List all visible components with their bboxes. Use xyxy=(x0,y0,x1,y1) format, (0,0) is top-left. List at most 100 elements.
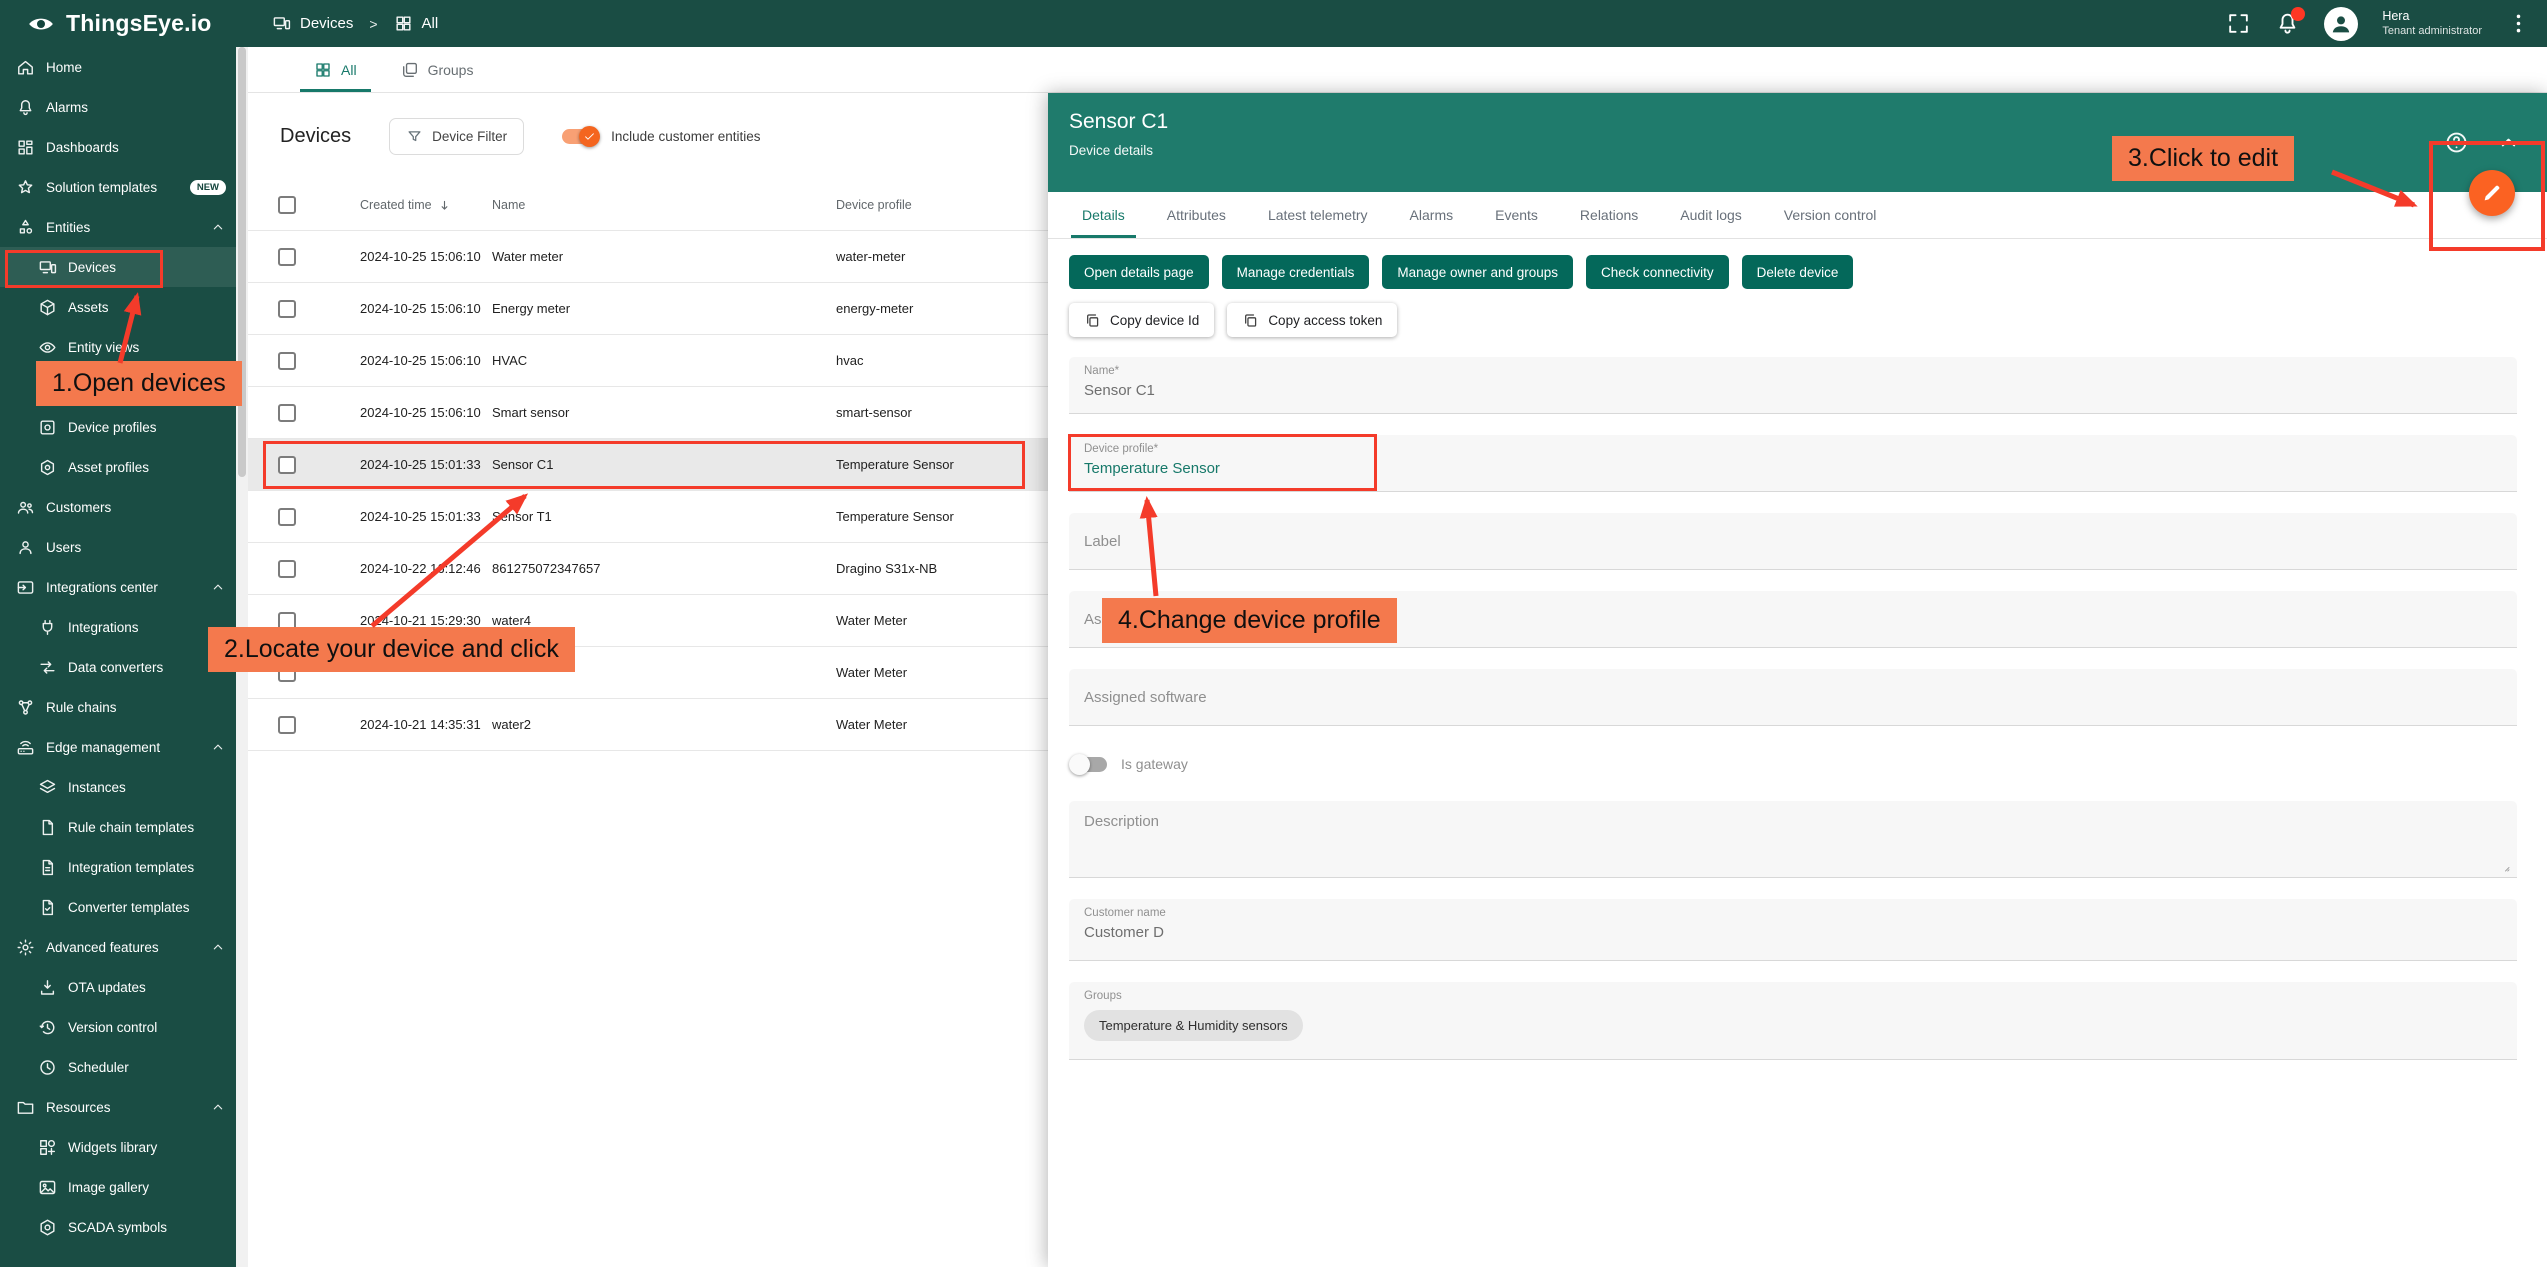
device-filter-button[interactable]: Device Filter xyxy=(389,118,524,155)
column-name[interactable]: Name xyxy=(492,198,836,212)
cell-created-time: 2024-10-25 15:01:33 xyxy=(360,457,492,472)
sidebar-item-data-converters[interactable]: Data converters xyxy=(0,647,236,687)
row-checkbox[interactable] xyxy=(278,716,296,734)
sidebar-item-alarms[interactable]: Alarms xyxy=(0,87,236,127)
tab-version-control[interactable]: Version control xyxy=(1763,192,1898,238)
notifications-icon[interactable] xyxy=(2275,11,2300,36)
copy-access-token-button[interactable]: Copy access token xyxy=(1227,303,1397,337)
tab-relations[interactable]: Relations xyxy=(1559,192,1659,238)
row-checkbox[interactable] xyxy=(278,300,296,318)
device-details-form: Name* Sensor C1 Device profile* Temperat… xyxy=(1048,337,2547,1060)
fullscreen-icon[interactable] xyxy=(2226,11,2251,36)
row-checkbox[interactable] xyxy=(278,560,296,578)
help-icon[interactable] xyxy=(2444,130,2469,155)
label-field[interactable]: Label xyxy=(1069,513,2517,570)
breadcrumb-all[interactable]: All xyxy=(394,14,439,33)
scrollbar-thumb[interactable] xyxy=(238,47,246,477)
sidebar-item-label: Image gallery xyxy=(68,1180,149,1195)
menu-dots-icon[interactable] xyxy=(2506,11,2531,36)
include-customer-entities-toggle[interactable] xyxy=(562,129,598,144)
tab-events[interactable]: Events xyxy=(1474,192,1559,238)
tab-latest-telemetry[interactable]: Latest telemetry xyxy=(1247,192,1389,238)
sidebar-item-label: Integrations center xyxy=(46,580,158,595)
device-profiles-icon xyxy=(38,418,57,437)
is-gateway-row: Is gateway xyxy=(1071,751,2517,777)
user-name: Hera xyxy=(2382,8,2482,24)
sidebar-item-label: Solution templates xyxy=(46,180,157,195)
select-all-checkbox[interactable] xyxy=(278,196,296,214)
cell-created-time: 2024-10-21 14:35:31 xyxy=(360,717,492,732)
collapse-icon[interactable] xyxy=(2496,130,2521,155)
sort-desc-icon[interactable] xyxy=(437,198,452,213)
row-checkbox[interactable] xyxy=(278,352,296,370)
sidebar-item-converter-templates[interactable]: Converter templates xyxy=(0,887,236,927)
sidebar-item-asset-profiles[interactable]: Asset profiles xyxy=(0,447,236,487)
sidebar-item-scada-symbols[interactable]: SCADA symbols xyxy=(0,1207,236,1247)
sidebar-item-rule-chains[interactable]: Rule chains xyxy=(0,687,236,727)
sidebar-item-assets[interactable]: Assets xyxy=(0,287,236,327)
sidebar-item-instances[interactable]: Instances xyxy=(0,767,236,807)
tab-all[interactable]: All xyxy=(292,47,379,92)
copy-device-id-button[interactable]: Copy device Id xyxy=(1069,303,1214,337)
person-icon xyxy=(2329,12,2353,36)
sidebar-item-integrations[interactable]: Integrations xyxy=(0,607,236,647)
sidebar-item-solution-templates[interactable]: Solution templates NEW xyxy=(0,167,236,207)
sidebar-item-integration-templates[interactable]: Integration templates xyxy=(0,847,236,887)
tab-groups[interactable]: Groups xyxy=(379,47,496,92)
converter-templates-icon xyxy=(38,898,57,917)
sidebar-item-scheduler[interactable]: Scheduler xyxy=(0,1047,236,1087)
sidebar-item-customers[interactable]: Customers xyxy=(0,487,236,527)
group-chip[interactable]: Temperature & Humidity sensors xyxy=(1084,1010,1303,1041)
sidebar-item-advanced-features[interactable]: Advanced features xyxy=(0,927,236,967)
sidebar-item-version-control[interactable]: Version control xyxy=(0,1007,236,1047)
sidebar-item-edge-management[interactable]: Edge management xyxy=(0,727,236,767)
sidebar-item-entities[interactable]: Entities xyxy=(0,207,236,247)
sidebar-item-ota-updates[interactable]: OTA updates xyxy=(0,967,236,1007)
description-field[interactable]: Description xyxy=(1069,801,2517,878)
sidebar-item-image-gallery[interactable]: Image gallery xyxy=(0,1167,236,1207)
check-connectivity-button[interactable]: Check connectivity xyxy=(1586,255,1729,289)
description-placeholder: Description xyxy=(1084,813,1159,830)
sidebar-item-rule-chain-templates[interactable]: Rule chain templates xyxy=(0,807,236,847)
sidebar-item-label: Integration templates xyxy=(68,860,194,875)
avatar[interactable] xyxy=(2324,7,2358,41)
groups-field: Groups Temperature & Humidity sensors xyxy=(1069,982,2517,1060)
tab-attributes[interactable]: Attributes xyxy=(1146,192,1247,238)
chevron-up-icon xyxy=(210,219,226,235)
tab-details[interactable]: Details xyxy=(1061,192,1146,238)
grid-icon xyxy=(314,61,332,79)
sidebar-item-label: Resources xyxy=(46,1100,111,1115)
column-created-time[interactable]: Created time xyxy=(360,198,432,212)
sidebar-item-dashboards[interactable]: Dashboards xyxy=(0,127,236,167)
device-profile-link[interactable]: Temperature Sensor xyxy=(1084,460,2502,477)
resize-handle-icon[interactable] xyxy=(2499,861,2511,873)
manage-owner-groups-button[interactable]: Manage owner and groups xyxy=(1382,255,1573,289)
row-checkbox[interactable] xyxy=(278,508,296,526)
breadcrumb-devices[interactable]: Devices xyxy=(272,14,353,33)
sidebar-item-home[interactable]: Home xyxy=(0,47,236,87)
sidebar-item-resources[interactable]: Resources xyxy=(0,1087,236,1127)
assigned-software-field[interactable]: Assigned software xyxy=(1069,669,2517,726)
row-checkbox[interactable] xyxy=(278,248,296,266)
sidebar-item-device-profiles[interactable]: Device profiles xyxy=(0,407,236,447)
cell-created-time: 2024-10-22 16:12:46 xyxy=(360,561,492,576)
is-gateway-toggle[interactable] xyxy=(1071,757,1107,772)
row-checkbox[interactable] xyxy=(278,456,296,474)
name-field-value: Sensor C1 xyxy=(1084,382,2502,399)
sidebar-item-users[interactable]: Users xyxy=(0,527,236,567)
scada-symbols-icon xyxy=(38,1218,57,1237)
chevron-up-icon xyxy=(210,739,226,755)
tab-audit-logs[interactable]: Audit logs xyxy=(1659,192,1762,238)
logo[interactable]: ThingsEye.io xyxy=(0,9,232,39)
row-checkbox[interactable] xyxy=(278,404,296,422)
sidebar-item-integrations-center[interactable]: Integrations center xyxy=(0,567,236,607)
sidebar-item-devices[interactable]: Devices xyxy=(0,247,236,287)
edge-management-icon xyxy=(16,738,35,757)
delete-device-button[interactable]: Delete device xyxy=(1742,255,1854,289)
edit-button[interactable] xyxy=(2469,170,2515,216)
cell-created-time: 2024-10-25 15:06:10 xyxy=(360,353,492,368)
tab-alarms[interactable]: Alarms xyxy=(1389,192,1475,238)
open-details-page-button[interactable]: Open details page xyxy=(1069,255,1209,289)
sidebar-item-widgets-library[interactable]: Widgets library xyxy=(0,1127,236,1167)
manage-credentials-button[interactable]: Manage credentials xyxy=(1222,255,1370,289)
